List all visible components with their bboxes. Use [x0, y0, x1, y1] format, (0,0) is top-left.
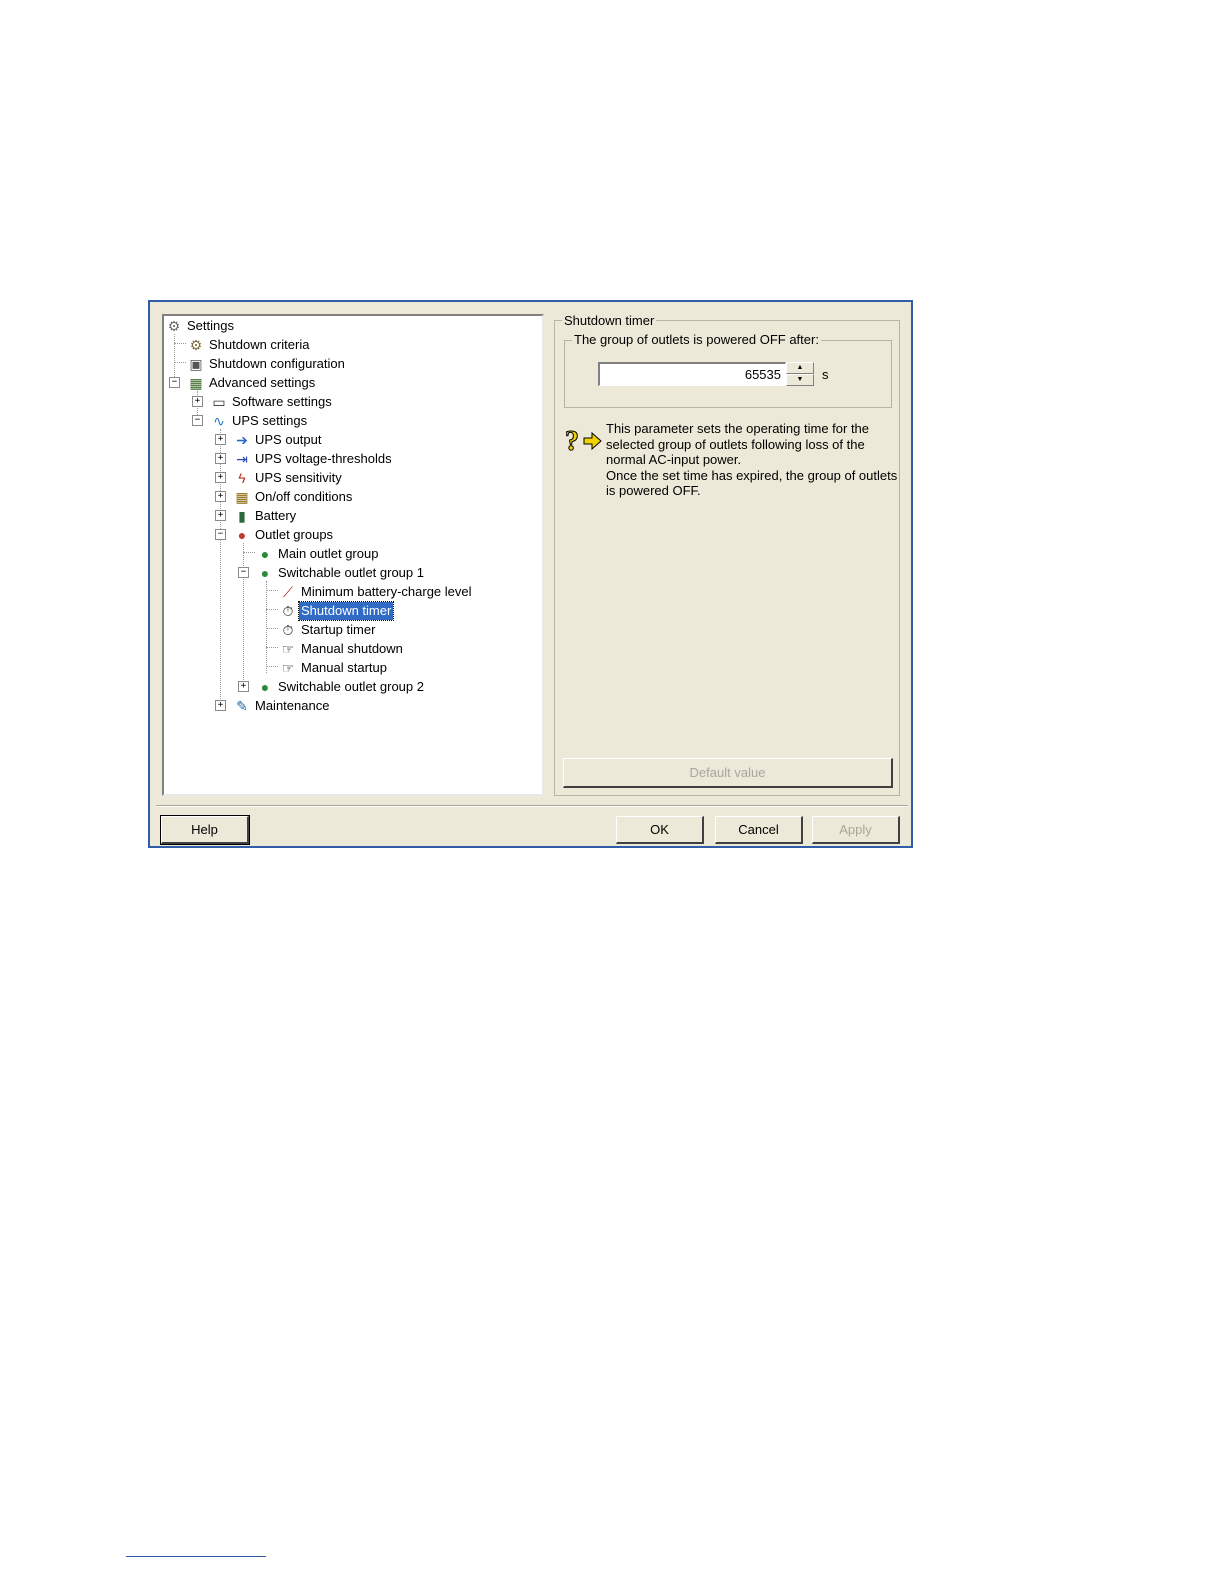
tree-item-ups-settings[interactable]: UPS settings	[230, 412, 309, 430]
tree-connector	[243, 543, 244, 692]
ups-icon: ∿	[213, 413, 225, 429]
tree-item-maintenance[interactable]: Maintenance	[253, 697, 331, 715]
tree-item-shutdown-criteria[interactable]: Shutdown criteria	[207, 336, 311, 354]
settings-dialog: − + − + + + + + − − + + ⚙ ⚙ ▣ ▦ ▭ ∿ ➔ ⇥ …	[148, 300, 913, 848]
stopwatch-icon: ⏱	[282, 622, 294, 638]
footnote-rule	[126, 1556, 266, 1557]
outlet-icon: ●	[260, 679, 270, 695]
tree-item-advanced-settings[interactable]: Advanced settings	[207, 374, 317, 392]
tree-item-switchable-outlet-group-1[interactable]: Switchable outlet group 1	[276, 564, 426, 582]
tree-connector	[174, 343, 186, 344]
sensitivity-icon: ϟ	[238, 470, 246, 486]
expand-on-off-conditions[interactable]: +	[215, 491, 226, 502]
settings-tree[interactable]: − + − + + + + + − − + + ⚙ ⚙ ▣ ▦ ▭ ∿ ➔ ⇥ …	[162, 314, 544, 796]
tree-item-manual-shutdown[interactable]: Manual shutdown	[299, 640, 405, 658]
tree-item-settings[interactable]: Settings	[185, 317, 236, 335]
help-hint-icon: ?	[564, 424, 604, 458]
tree-item-outlet-groups[interactable]: Outlet groups	[253, 526, 335, 544]
advanced-icon: ▦	[189, 375, 203, 391]
spin-up-button[interactable]: ▲	[786, 362, 814, 374]
tree-item-shutdown-configuration[interactable]: Shutdown configuration	[207, 355, 347, 373]
svg-text:?: ?	[565, 426, 579, 456]
unit-label: s	[822, 367, 829, 382]
group-title: Shutdown timer	[562, 313, 657, 328]
ok-button[interactable]: OK	[616, 816, 704, 844]
tree-connector	[266, 666, 278, 667]
tree-item-ups-voltage-thresholds[interactable]: UPS voltage-thresholds	[253, 450, 394, 468]
onoff-icon: ▦	[235, 489, 249, 505]
collapse-advanced-settings[interactable]: −	[169, 377, 180, 388]
hand-icon: ☞	[281, 641, 295, 657]
tree-connector	[266, 581, 267, 673]
tree-item-battery[interactable]: Battery	[253, 507, 298, 525]
time-spinner: ▲ ▼	[786, 362, 814, 386]
expand-switchable-outlet-group-2[interactable]: +	[238, 681, 249, 692]
expand-ups-output[interactable]: +	[215, 434, 226, 445]
tree-item-shutdown-timer[interactable]: Shutdown timer	[297, 601, 395, 621]
cancel-button[interactable]: Cancel	[715, 816, 803, 844]
tree-item-main-outlet-group[interactable]: Main outlet group	[276, 545, 380, 563]
computer-icon: ▭	[212, 394, 226, 410]
voltage-icon: ⇥	[236, 451, 248, 467]
expand-software-settings[interactable]: +	[192, 396, 203, 407]
tree-connector	[266, 609, 278, 610]
powered-off-label: The group of outlets is powered OFF afte…	[572, 332, 821, 347]
tree-item-startup-timer[interactable]: Startup timer	[299, 621, 377, 639]
default-value-button[interactable]: Default value	[563, 758, 893, 788]
tree-item-minimum-battery-charge-level[interactable]: Minimum battery-charge level	[299, 583, 474, 601]
expand-ups-sensitivity[interactable]: +	[215, 472, 226, 483]
hand-icon: ☞	[281, 660, 295, 676]
output-icon: ➔	[236, 432, 248, 448]
expand-ups-voltage-thresholds[interactable]: +	[215, 453, 226, 464]
help-text: This parameter sets the operating time f…	[606, 421, 898, 499]
tree-item-manual-startup[interactable]: Manual startup	[299, 659, 389, 677]
stopwatch-icon: ⏱	[282, 603, 294, 619]
wrench-icon: ⟋	[283, 584, 293, 600]
tree-connector	[266, 628, 278, 629]
collapse-ups-settings[interactable]: −	[192, 415, 203, 426]
shutdown-time-input[interactable]	[598, 362, 786, 386]
help-line: selected group of outlets following loss…	[606, 436, 865, 452]
tree-item-switchable-outlet-group-2[interactable]: Switchable outlet group 2	[276, 678, 426, 696]
collapse-outlet-groups[interactable]: −	[215, 529, 226, 540]
tree-connector	[266, 590, 278, 591]
tree-item-ups-sensitivity[interactable]: UPS sensitivity	[253, 469, 344, 487]
spin-down-button[interactable]: ▼	[786, 374, 814, 386]
help-line: is powered OFF.	[606, 483, 701, 498]
tree-connector	[266, 647, 278, 648]
help-button[interactable]: Help	[160, 815, 250, 845]
settings-icon: ⚙	[167, 318, 181, 334]
tree-connector	[243, 552, 255, 553]
tree-item-ups-output[interactable]: UPS output	[253, 431, 324, 449]
tree-item-on-off-conditions[interactable]: On/off conditions	[253, 488, 354, 506]
tree-connector	[174, 362, 186, 363]
outlet-icon: ●	[260, 546, 270, 562]
help-line: normal AC-input power.	[606, 452, 742, 467]
help-line: This parameter sets the operating time f…	[606, 421, 870, 436]
config-icon: ▣	[189, 356, 203, 372]
tree-item-software-settings[interactable]: Software settings	[230, 393, 334, 411]
collapse-switchable-outlet-group-1[interactable]: −	[238, 567, 249, 578]
battery-icon: ▮	[238, 508, 246, 524]
expand-battery[interactable]: +	[215, 510, 226, 521]
gears-icon: ⚙	[189, 337, 203, 353]
footer-separator	[156, 805, 908, 807]
expand-maintenance[interactable]: +	[215, 700, 226, 711]
help-line: Once the set time has expired, the group…	[606, 467, 898, 483]
maintenance-icon: ✎	[236, 698, 248, 714]
apply-button[interactable]: Apply	[812, 816, 900, 844]
outlet-icon: ●	[260, 565, 270, 581]
outlet-groups-icon: ●	[237, 527, 247, 543]
